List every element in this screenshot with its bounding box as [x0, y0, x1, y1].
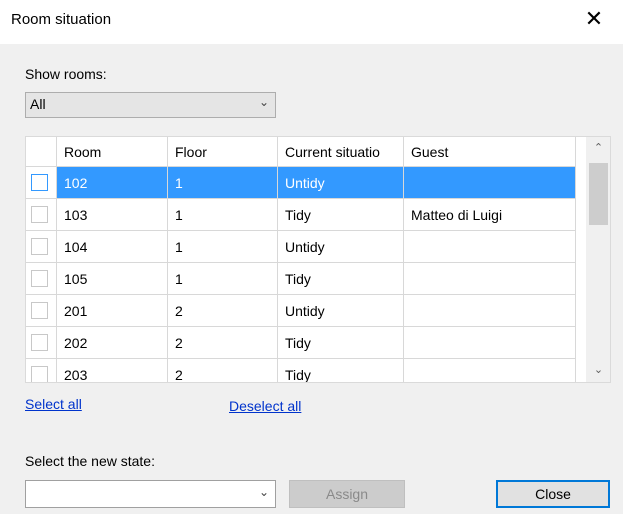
guest-cell[interactable]: [404, 167, 576, 199]
row-checkbox-cell: [26, 231, 57, 263]
header-guest[interactable]: Guest: [404, 137, 576, 167]
guest-cell[interactable]: [404, 231, 576, 263]
guest-cell[interactable]: Matteo di Luigi: [404, 199, 576, 231]
row-checkbox-cell: [26, 327, 57, 359]
table-row[interactable]: 203 2 Tidy: [26, 359, 586, 382]
row-checkbox[interactable]: [31, 174, 48, 192]
guest-cell[interactable]: [404, 327, 576, 359]
room-cell[interactable]: 105: [57, 263, 168, 295]
table-row[interactable]: 202 2 Tidy: [26, 327, 586, 359]
situation-cell[interactable]: Tidy: [278, 327, 404, 359]
room-cell[interactable]: 103: [57, 199, 168, 231]
guest-cell[interactable]: [404, 295, 576, 327]
floor-cell[interactable]: 1: [168, 263, 278, 295]
table-row[interactable]: 104 1 Untidy: [26, 231, 586, 263]
floor-cell[interactable]: 1: [168, 199, 278, 231]
header-current-situation[interactable]: Current situatio: [278, 137, 404, 167]
situation-cell[interactable]: Untidy: [278, 231, 404, 263]
row-checkbox-cell: [26, 199, 57, 231]
grid-header: Room Floor Current situatio Guest: [26, 137, 576, 167]
show-rooms-value: All: [30, 96, 46, 112]
vertical-scrollbar[interactable]: ⌃ ⌄: [586, 137, 610, 382]
new-state-label: Select the new state:: [25, 453, 155, 469]
close-button[interactable]: Close: [496, 480, 610, 508]
situation-cell[interactable]: Tidy: [278, 359, 404, 382]
table-row[interactable]: 102 1 Untidy: [26, 167, 586, 199]
situation-cell[interactable]: Tidy: [278, 199, 404, 231]
chevron-down-icon: ⌄: [258, 95, 269, 109]
row-checkbox[interactable]: [31, 366, 48, 382]
floor-cell[interactable]: 1: [168, 167, 278, 199]
show-rooms-label: Show rooms:: [25, 66, 107, 82]
grid-rows: 102 1 Untidy 103 1 Tidy Matteo di Luigi 104 1 Unt…: [26, 167, 586, 382]
select-all-link[interactable]: Select all: [25, 396, 82, 412]
chevron-down-icon: ⌄: [258, 485, 269, 499]
close-window-icon[interactable]: ✕: [579, 5, 609, 35]
dialog-body: Show rooms: All ⌄ Room Floor Current sit…: [0, 44, 623, 514]
row-checkbox[interactable]: [31, 270, 48, 288]
deselect-all-link[interactable]: Deselect all: [229, 398, 301, 414]
assign-button[interactable]: Assign: [289, 480, 405, 508]
floor-cell[interactable]: 1: [168, 231, 278, 263]
new-state-dropdown[interactable]: ⌄: [25, 480, 276, 508]
row-checkbox[interactable]: [31, 206, 48, 224]
room-cell[interactable]: 102: [57, 167, 168, 199]
floor-cell[interactable]: 2: [168, 359, 278, 382]
table-row[interactable]: 103 1 Tidy Matteo di Luigi: [26, 199, 586, 231]
header-checkbox-column: [26, 137, 57, 167]
room-cell[interactable]: 203: [57, 359, 168, 382]
header-floor[interactable]: Floor: [168, 137, 278, 167]
scrollbar-thumb[interactable]: [589, 163, 608, 225]
situation-cell[interactable]: Untidy: [278, 167, 404, 199]
table-row[interactable]: 105 1 Tidy: [26, 263, 586, 295]
situation-cell[interactable]: Untidy: [278, 295, 404, 327]
row-checkbox[interactable]: [31, 334, 48, 352]
room-cell[interactable]: 104: [57, 231, 168, 263]
floor-cell[interactable]: 2: [168, 295, 278, 327]
row-checkbox[interactable]: [31, 238, 48, 256]
floor-cell[interactable]: 2: [168, 327, 278, 359]
row-checkbox-cell: [26, 295, 57, 327]
table-row[interactable]: 201 2 Untidy: [26, 295, 586, 327]
scroll-up-icon[interactable]: ⌃: [586, 141, 610, 161]
room-cell[interactable]: 201: [57, 295, 168, 327]
window-title: Room situation: [11, 11, 112, 28]
row-checkbox[interactable]: [31, 302, 48, 320]
scroll-down-icon[interactable]: ⌄: [586, 363, 610, 382]
room-cell[interactable]: 202: [57, 327, 168, 359]
guest-cell[interactable]: [404, 263, 576, 295]
title-bar: Room situation ✕: [0, 0, 623, 44]
guest-cell[interactable]: [404, 359, 576, 382]
row-checkbox-cell: [26, 263, 57, 295]
row-checkbox-cell: [26, 359, 57, 382]
rooms-grid: Room Floor Current situatio Guest 102 1 Un…: [25, 136, 611, 383]
header-room[interactable]: Room: [57, 137, 168, 167]
show-rooms-dropdown[interactable]: All ⌄: [25, 92, 276, 118]
situation-cell[interactable]: Tidy: [278, 263, 404, 295]
row-checkbox-cell: [26, 167, 57, 199]
